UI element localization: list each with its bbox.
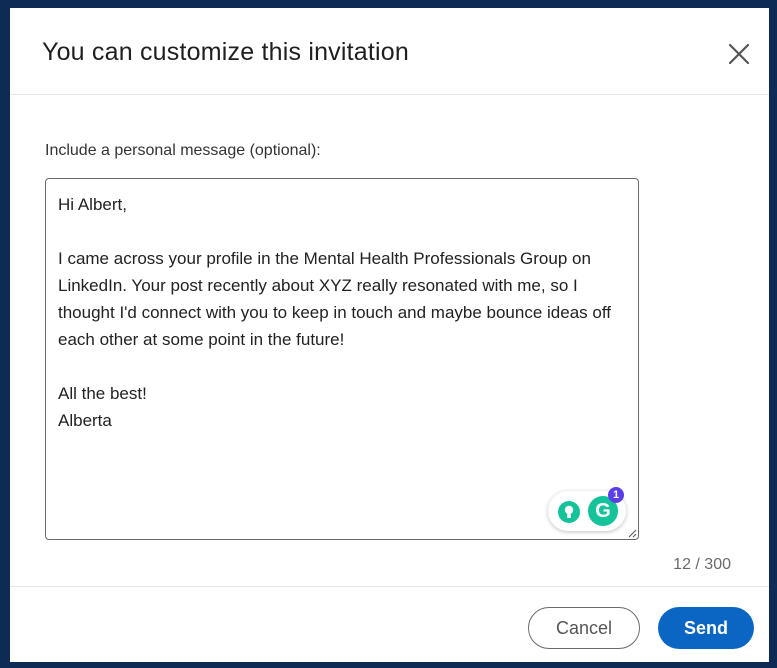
lightbulb-icon[interactable] <box>558 501 580 523</box>
dialog-footer: Cancel Send <box>10 586 769 662</box>
dialog-title: You can customize this invitation <box>42 38 409 66</box>
character-counter: 12 / 300 <box>673 556 731 573</box>
message-text[interactable]: Hi Albert, I came across your profile in… <box>58 191 628 434</box>
dialog-header: You can customize this invitation <box>10 8 769 95</box>
message-textarea[interactable]: Hi Albert, I came across your profile in… <box>45 178 639 540</box>
close-button[interactable] <box>723 38 755 70</box>
send-button[interactable]: Send <box>658 607 754 649</box>
resize-handle-icon[interactable] <box>627 528 637 538</box>
grammarly-widget[interactable]: G 1 <box>548 487 626 531</box>
cancel-button[interactable]: Cancel <box>528 607 640 649</box>
close-icon <box>728 43 750 65</box>
grammarly-badge: 1 <box>608 487 624 503</box>
invitation-dialog: You can customize this invitation Includ… <box>10 8 769 662</box>
message-prompt-label: Include a personal message (optional): <box>45 142 321 159</box>
